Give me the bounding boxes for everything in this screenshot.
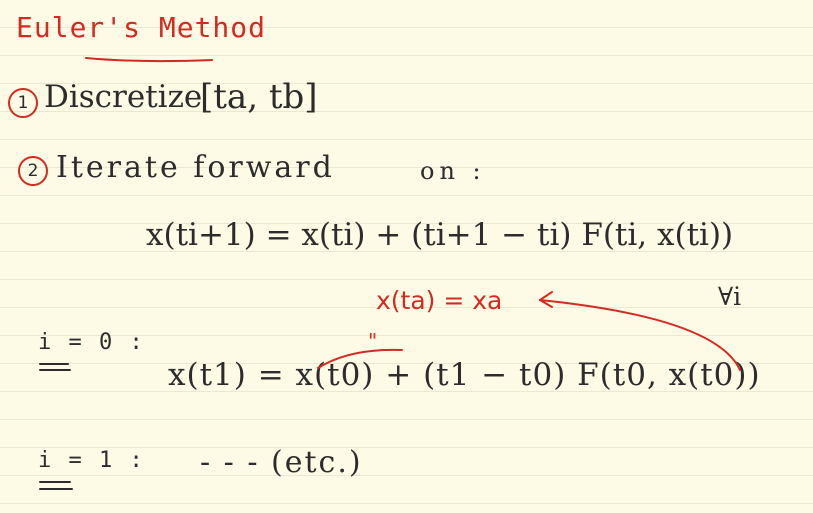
annotation-overlay: " — [39, 57, 741, 490]
case-0-underline — [39, 363, 71, 371]
substitution-arrow-line — [539, 299, 741, 371]
title-underline — [85, 57, 213, 63]
case-1-underline — [39, 481, 73, 490]
substitution-equals-mark: " — [368, 329, 377, 353]
substitution-arc — [317, 348, 403, 369]
note-page: Euler's Method 1 Discretize [ta, tb] 2 I… — [0, 0, 813, 513]
substitution-arrow-head — [539, 291, 553, 308]
